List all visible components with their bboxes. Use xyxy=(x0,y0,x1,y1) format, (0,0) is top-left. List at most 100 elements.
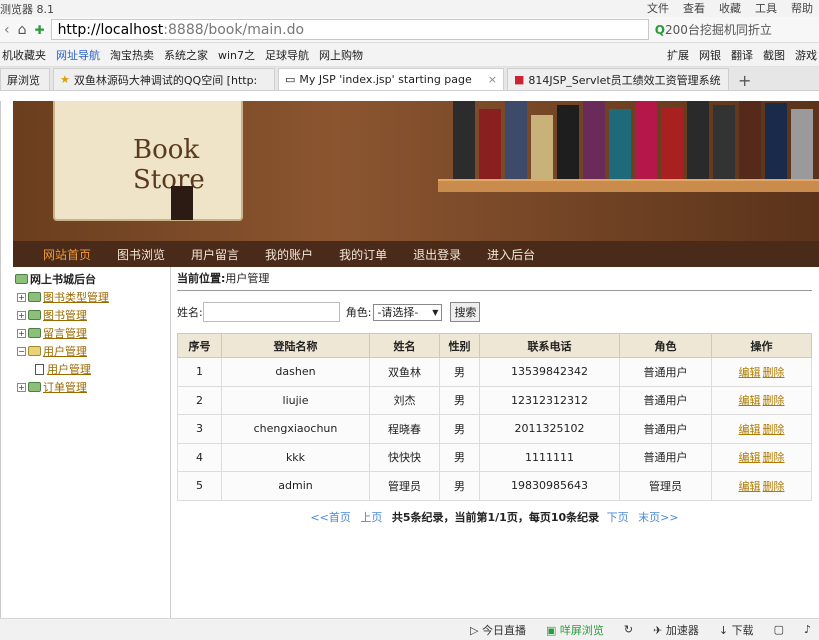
site-nav: 网站首页 图书浏览 用户留言 我的账户 我的订单 退出登录 进入后台 xyxy=(13,241,819,267)
bookmark-bank[interactable]: 网银 xyxy=(699,47,721,63)
menu-favorites[interactable]: 收藏 xyxy=(719,0,741,16)
bookmark-games[interactable]: 游戏 xyxy=(795,47,817,63)
tree-item-user[interactable]: − 用户管理 xyxy=(13,342,170,360)
edit-link[interactable]: 编辑 xyxy=(739,394,761,407)
edit-link[interactable]: 编辑 xyxy=(739,480,761,493)
menu-help[interactable]: 帮助 xyxy=(791,0,813,16)
col-role: 角色 xyxy=(619,333,712,358)
book-spine xyxy=(661,107,683,179)
folder-icon xyxy=(28,328,41,338)
expand-icon[interactable]: + xyxy=(17,292,26,302)
menu-view[interactable]: 查看 xyxy=(683,0,705,16)
user-table: 序号 登陆名称 姓名 性别 联系电话 角色 操作 1 dashen 双鱼林男 1353… xyxy=(177,333,812,501)
bookmark-shopping[interactable]: 网上购物 xyxy=(319,47,363,63)
table-row: 4 kkk 快快快男 1111111 普通用户 编辑 删除 xyxy=(177,442,812,472)
role-label: 角色: xyxy=(345,306,372,319)
nav-orders[interactable]: 我的订单 xyxy=(339,246,387,263)
expand-icon[interactable]: + xyxy=(17,382,26,392)
folder-icon xyxy=(28,382,41,392)
tab-qq[interactable]: ★ 双鱼林源码大神调试的QQ空间 [http: xyxy=(53,68,275,90)
nav-logout[interactable]: 退出登录 xyxy=(413,246,461,263)
bookmark-nav[interactable]: 网址导航 xyxy=(56,47,100,63)
nav-browse[interactable]: 图书浏览 xyxy=(117,246,165,263)
search-engine-hint[interactable]: 200台挖掘机同折立 xyxy=(665,21,815,38)
url-input[interactable]: http://localhost:8888/book/main.do xyxy=(50,19,649,40)
book-spine xyxy=(531,115,553,179)
table-row: 3 chengxiaochun 程晓春男 2011325102 普通用户 编辑 删除 xyxy=(177,414,812,444)
tab-814jsp[interactable]: ■ 814JSP_Servlet员工绩效工资管理系统 xyxy=(507,68,729,90)
nav-admin[interactable]: 进入后台 xyxy=(487,246,535,263)
status-accelerator[interactable]: ✈ 加速器 xyxy=(653,622,699,638)
tab-0[interactable]: 屏浏览 xyxy=(0,68,50,90)
book-spine xyxy=(739,101,761,179)
tree-subitem-user[interactable]: 用户管理 xyxy=(13,360,170,378)
search-button[interactable]: 搜索 xyxy=(450,302,481,322)
delete-link[interactable]: 删除 xyxy=(763,451,785,464)
col-action: 操作 xyxy=(711,333,812,358)
bookmark-screenshot[interactable]: 截图 xyxy=(763,47,785,63)
bookmark-translate[interactable]: 翻译 xyxy=(731,47,753,63)
download-icon: ↓ xyxy=(718,623,729,637)
window-title: 测览器 8.1 xyxy=(0,3,54,16)
book-spine xyxy=(557,105,579,179)
edit-link[interactable]: 编辑 xyxy=(739,366,761,379)
expand-icon[interactable]: + xyxy=(17,310,26,320)
home-icon[interactable]: ⌂ xyxy=(18,22,27,38)
nav-account[interactable]: 我的账户 xyxy=(265,246,313,263)
status-refresh[interactable]: ↻ xyxy=(624,623,633,636)
col-index: 序号 xyxy=(177,333,222,358)
status-live[interactable]: ▷ 今日直播 xyxy=(470,622,526,638)
tree-item-category[interactable]: + 图书类型管理 xyxy=(13,288,170,306)
table-row: 2 liujie 刘杰男 12312312312 普通用户 编辑 删除 xyxy=(177,385,812,415)
bookmark-syszj[interactable]: 系统之家 xyxy=(164,47,208,63)
edit-link[interactable]: 编辑 xyxy=(739,423,761,436)
bookmark-win7[interactable]: win7之 xyxy=(218,47,255,63)
bookshelf xyxy=(438,179,819,192)
col-gender: 性别 xyxy=(439,333,480,358)
role-select[interactable]: -请选择- ▼ xyxy=(373,303,443,321)
menu-file[interactable]: 文件 xyxy=(647,0,669,16)
status-window-icon[interactable]: ▢ xyxy=(774,623,784,636)
delete-link[interactable]: 删除 xyxy=(763,366,785,379)
menu-tools[interactable]: 工具 xyxy=(755,0,777,16)
status-download[interactable]: ↓ 下载 xyxy=(719,622,754,638)
tab-index-jsp[interactable]: ▭ My JSP 'index.jsp' starting page × xyxy=(278,68,504,90)
table-row: 1 dashen 双鱼林男 13539842342 普通用户 编辑 删除 xyxy=(177,357,812,387)
rocket-icon: ✈ xyxy=(653,623,663,637)
nav-message[interactable]: 用户留言 xyxy=(191,246,239,263)
name-label: 姓名: xyxy=(177,306,203,319)
collapse-icon[interactable]: − xyxy=(17,346,26,356)
tree-item-order[interactable]: + 订单管理 xyxy=(13,378,170,396)
status-screen[interactable]: ▣ 咩屏浏览 xyxy=(546,622,604,638)
bookmark-taobao[interactable]: 淘宝热卖 xyxy=(110,47,154,63)
bookmark-favorites[interactable]: 机收藏夹 xyxy=(2,47,46,63)
pager-prev[interactable]: 上页 xyxy=(360,511,382,524)
book-spine xyxy=(687,101,709,179)
status-sound-icon[interactable]: ♪ xyxy=(804,623,811,636)
bookmark-extend[interactable]: 扩展 xyxy=(667,47,689,63)
site-icon: ■ xyxy=(514,73,525,86)
search-form: 姓名: 角色: -请选择- ▼ 搜索 xyxy=(177,301,812,323)
pager-next[interactable]: 下页 xyxy=(607,511,629,524)
delete-link[interactable]: 删除 xyxy=(763,423,785,436)
bookmark-ribbon xyxy=(171,186,193,220)
book-icon xyxy=(15,274,28,284)
tree-item-message[interactable]: + 留言管理 xyxy=(13,324,170,342)
tree-item-book[interactable]: + 图书管理 xyxy=(13,306,170,324)
bookmark-football[interactable]: 足球导航 xyxy=(265,47,309,63)
delete-link[interactable]: 删除 xyxy=(763,480,785,493)
address-bar-row: ‹ ⌂ ✚ http://localhost:8888/book/main.do… xyxy=(0,17,819,43)
back-icon[interactable]: ‹ xyxy=(4,22,10,38)
search-icon[interactable]: Q xyxy=(655,23,665,37)
nav-home[interactable]: 网站首页 xyxy=(43,246,91,263)
delete-link[interactable]: 删除 xyxy=(763,394,785,407)
edit-link[interactable]: 编辑 xyxy=(739,451,761,464)
pager-last[interactable]: 末页>> xyxy=(638,511,678,524)
new-tab-icon[interactable]: + xyxy=(732,71,757,90)
book-spine xyxy=(505,101,527,179)
pager-first[interactable]: <<首页 xyxy=(310,511,350,524)
close-icon[interactable]: × xyxy=(488,73,497,86)
name-input[interactable] xyxy=(202,302,340,322)
refresh-icon: ↻ xyxy=(623,623,634,636)
expand-icon[interactable]: + xyxy=(17,328,26,338)
